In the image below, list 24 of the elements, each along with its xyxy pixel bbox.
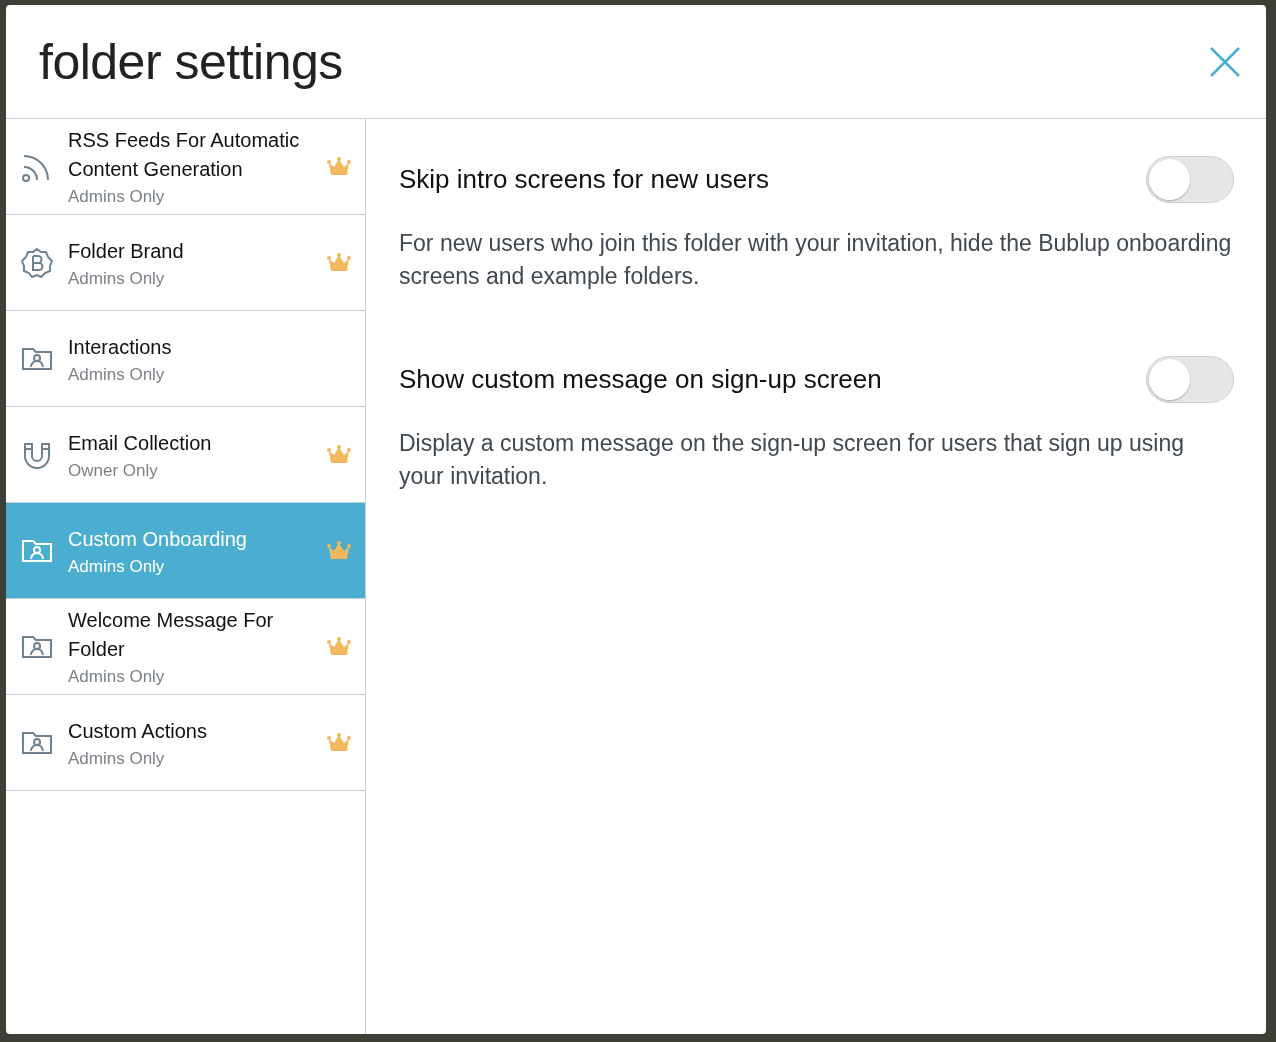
item-subtitle: Admins Only [68, 556, 166, 577]
item-title: Welcome Message For Folder [68, 608, 275, 662]
close-button[interactable] [1208, 44, 1242, 79]
item-subtitle: Owner Only [68, 460, 159, 481]
dialog-title: folder settings [39, 32, 343, 91]
item-subtitle: Admins Only [68, 667, 166, 687]
item-title: Email Collection [68, 430, 213, 456]
item-subtitle: Admins Only [68, 268, 166, 289]
item-title: Folder Brand [68, 238, 185, 264]
item-title: Interactions [68, 334, 173, 360]
toggle-switch[interactable] [1146, 155, 1234, 203]
item-title: Custom Actions [68, 718, 208, 744]
item-title: Custom Onboarding [68, 526, 248, 552]
setting-description: Display a custom message on the sign-up screen for users that sign up using your invitation. [399, 429, 1185, 491]
setting-label: Skip intro screens for new users [399, 163, 769, 195]
item-subtitle: Admins Only [68, 748, 166, 769]
item-subtitle: Admins Only [68, 364, 166, 385]
item-title: RSS Feeds For Automatic Content Generation [68, 128, 301, 182]
toggle-switch[interactable] [1146, 355, 1234, 403]
setting-label: Show custom message on sign-up screen [399, 363, 882, 395]
setting-description: For new users who join this folder with your invitation, hide the Bublup onboarding screens and example folders. [399, 229, 1233, 291]
item-subtitle: Admins Only [68, 187, 166, 207]
close-icon [1208, 44, 1242, 79]
b-badge-icon [20, 245, 54, 280]
